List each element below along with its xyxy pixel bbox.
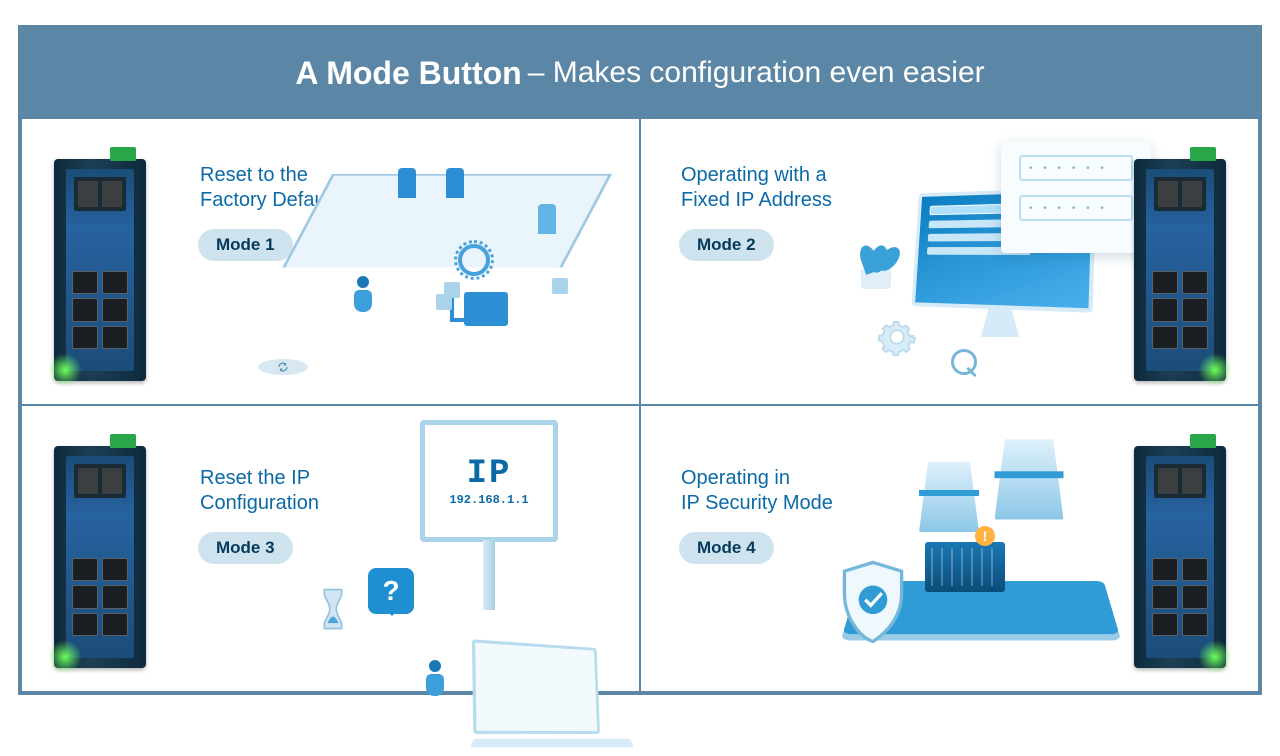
shield-icon xyxy=(837,558,909,646)
ip-sign: IP 192.168.1.1 xyxy=(420,420,558,610)
header-title-bold: A Mode Button xyxy=(295,55,521,92)
cooling-tower xyxy=(919,462,979,554)
magnifier-icon xyxy=(951,349,979,377)
warning-icon: ! xyxy=(975,526,995,546)
factory-illustration xyxy=(332,174,612,344)
ip-sign-small: 192.168.1.1 xyxy=(449,493,528,507)
mode-1-cell: Reset to theFactory Default Mode 1 xyxy=(21,118,640,405)
login-field-2: • • • • • • xyxy=(1019,195,1133,221)
mode-3-title: Reset the IPConfiguration xyxy=(200,466,319,516)
refresh-icon xyxy=(258,359,308,375)
question-mark: ? xyxy=(382,575,399,607)
mode-4-title: Operating inIP Security Mode xyxy=(681,466,833,516)
mode-3-badge: Mode 3 xyxy=(198,532,293,564)
laptop-illustration xyxy=(476,646,626,756)
mode-4-badge: Mode 4 xyxy=(679,532,774,564)
switch-device xyxy=(1134,159,1226,381)
plant-icon xyxy=(851,239,901,289)
switch-device xyxy=(54,159,146,381)
mode-2-badge: Mode 2 xyxy=(679,229,774,261)
login-card: • • • • • • • • • • • • xyxy=(1001,141,1151,253)
switch-device xyxy=(1134,446,1226,668)
header-bar: A Mode Button – Makes configuration even… xyxy=(21,28,1259,118)
mode-1-badge: Mode 1 xyxy=(198,229,293,261)
gear-icon xyxy=(877,317,917,357)
mode-2-title: Operating with aFixed IP Address xyxy=(681,163,832,213)
diagram-frame: A Mode Button – Makes configuration even… xyxy=(18,25,1262,695)
ip-sign-big: IP xyxy=(467,455,512,493)
building xyxy=(925,542,1005,592)
mode-2-cell: Operating with aFixed IP Address Mode 2 … xyxy=(640,118,1259,405)
cooling-tower xyxy=(995,439,1064,545)
person-icon xyxy=(424,660,446,704)
question-bubble: ? xyxy=(368,568,414,614)
login-field-1: • • • • • • xyxy=(1019,155,1133,181)
mode-4-cell: Operating inIP Security Mode Mode 4 ! xyxy=(640,405,1259,692)
switch-device xyxy=(54,446,146,668)
mode-grid: Reset to theFactory Default Mode 1 xyxy=(21,118,1259,692)
header-title-light: – Makes configuration even easier xyxy=(528,56,985,90)
hourglass-icon xyxy=(320,586,346,632)
mode-3-cell: Reset the IPConfiguration Mode 3 IP 192.… xyxy=(21,405,640,692)
